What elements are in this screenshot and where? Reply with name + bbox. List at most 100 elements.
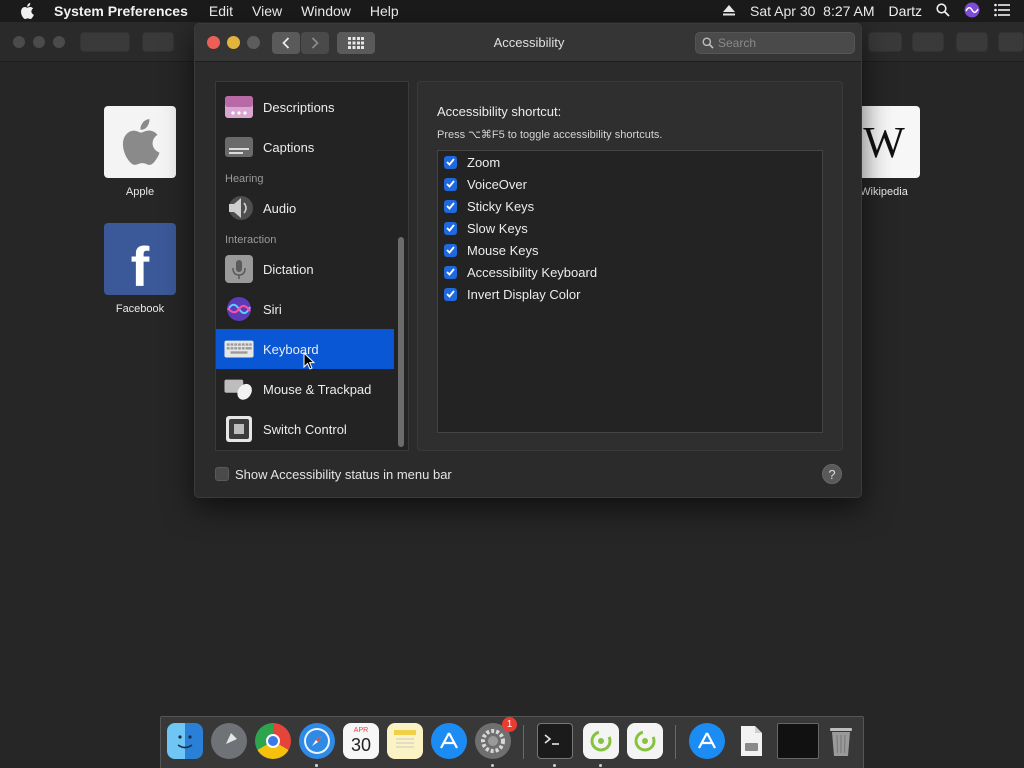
chrome-icon[interactable] xyxy=(255,723,291,759)
sidebar-item-label: Audio xyxy=(263,200,297,216)
checkbox-checked-icon[interactable] xyxy=(444,177,457,191)
sidebar-item-mouse-trackpad[interactable]: Mouse & Trackpad xyxy=(216,369,394,409)
category-list[interactable]: Descriptions Captions Hearing Audio Inte… xyxy=(215,81,409,451)
option-sticky-keys[interactable]: Sticky Keys xyxy=(444,197,534,215)
status-menu-option[interactable]: Show Accessibility status in menu bar xyxy=(215,465,452,483)
option-mouse-keys[interactable]: Mouse Keys xyxy=(444,241,539,259)
menu-bar: System Preferences Edit View Window Help… xyxy=(0,0,1024,22)
document-icon[interactable] xyxy=(733,723,769,759)
siri-icon xyxy=(224,294,254,324)
sidebar-item-siri[interactable]: Siri xyxy=(216,289,394,329)
sidebar-item-label: Mouse & Trackpad xyxy=(263,381,372,397)
shortcut-panel: Accessibility shortcut: Press ⌥⌘F5 to to… xyxy=(417,81,843,451)
sidebar-item-label: Captions xyxy=(263,139,315,155)
sidebar-section-interaction: Interaction xyxy=(225,234,277,246)
checkbox-checked-icon[interactable] xyxy=(444,221,457,235)
status-checkbox[interactable] xyxy=(215,467,229,481)
notification-badge: 1 xyxy=(502,717,517,732)
mouse-cursor-icon xyxy=(303,352,315,370)
notification-center-icon[interactable] xyxy=(994,3,1010,20)
checkbox-checked-icon[interactable] xyxy=(444,155,457,169)
safari-close-button[interactable] xyxy=(13,36,25,48)
spotlight-icon[interactable] xyxy=(936,2,950,20)
safari-zoom-button[interactable] xyxy=(53,36,65,48)
panel-title: Accessibility shortcut: xyxy=(437,104,562,119)
favorite-facebook[interactable]: f Facebook xyxy=(104,223,176,315)
favorite-label: Wikipedia xyxy=(860,186,908,198)
descriptions-icon xyxy=(224,92,254,122)
tabs-icon[interactable] xyxy=(956,32,988,52)
facebook-logo-icon: f xyxy=(104,223,176,298)
safari-back-forward[interactable] xyxy=(80,32,130,52)
sidebar-scrollbar[interactable] xyxy=(398,237,404,447)
option-label: VoiceOver xyxy=(467,176,527,192)
checkbox-checked-icon[interactable] xyxy=(444,243,457,257)
option-accessibility-keyboard[interactable]: Accessibility Keyboard xyxy=(444,263,597,281)
menu-window[interactable]: Window xyxy=(301,3,351,19)
safari-minimize-button[interactable] xyxy=(33,36,45,48)
menu-view[interactable]: View xyxy=(252,3,282,19)
favorite-apple[interactable]: Apple xyxy=(104,106,176,198)
favorite-label: Apple xyxy=(125,186,155,198)
sidebar-item-switch-control[interactable]: Switch Control xyxy=(216,409,394,449)
keyboard-icon xyxy=(224,334,254,364)
sidebar-item-audio[interactable]: Audio xyxy=(216,188,394,228)
checkbox-checked-icon[interactable] xyxy=(444,287,457,301)
mouse-icon xyxy=(224,374,254,404)
safari-icon[interactable] xyxy=(299,723,335,759)
system-preferences-icon[interactable]: 1 xyxy=(475,717,517,759)
sidebar-item-captions[interactable]: Captions xyxy=(216,127,394,167)
option-label: Invert Display Color xyxy=(467,286,581,302)
apple-menu-icon[interactable] xyxy=(20,3,38,19)
calendar-icon[interactable]: APR 30 xyxy=(343,723,379,759)
sidebar-section-hearing: Hearing xyxy=(225,173,264,185)
option-invert-display-color[interactable]: Invert Display Color xyxy=(444,285,580,303)
user-menu[interactable]: Dartz xyxy=(889,3,922,19)
notes-icon[interactable] xyxy=(387,723,423,759)
downloads-icon[interactable] xyxy=(868,32,902,52)
status-checkbox-label: Show Accessibility status in menu bar xyxy=(235,466,452,482)
sidebar-item-dictation[interactable]: Dictation xyxy=(216,249,394,289)
checkbox-checked-icon[interactable] xyxy=(444,265,457,279)
sidebar-toggle-icon[interactable] xyxy=(142,32,174,52)
menu-app-name[interactable]: System Preferences xyxy=(54,3,188,19)
app-store-icon[interactable] xyxy=(431,723,467,759)
panel-subtitle: Press ⌥⌘F5 to toggle accessibility short… xyxy=(437,129,663,141)
option-label: Slow Keys xyxy=(467,220,528,236)
sidebar-item-label: Dictation xyxy=(263,261,314,277)
terminal-icon[interactable] xyxy=(537,723,573,759)
running-indicator xyxy=(315,764,318,767)
favorite-label: Facebook xyxy=(115,303,165,315)
app-store-downloads-icon[interactable] xyxy=(689,723,725,759)
sidebar-item-label: Siri xyxy=(263,301,282,317)
new-tab-button[interactable] xyxy=(998,32,1024,52)
option-label: Sticky Keys xyxy=(467,198,535,214)
running-indicator xyxy=(491,764,494,767)
option-voiceover[interactable]: VoiceOver xyxy=(444,175,527,193)
search-field[interactable] xyxy=(695,32,855,54)
siri-menu-icon[interactable] xyxy=(964,2,980,21)
menu-help[interactable]: Help xyxy=(370,3,399,19)
clock[interactable]: Sat Apr 30 8:27 AM xyxy=(750,3,875,19)
calendar-month: APR xyxy=(353,727,369,734)
option-label: Zoom xyxy=(467,154,501,170)
android-file-icon[interactable] xyxy=(583,723,619,759)
launchpad-icon[interactable] xyxy=(211,723,247,759)
android-file-icon-2[interactable] xyxy=(627,723,663,759)
help-button[interactable]: ? xyxy=(822,464,842,484)
search-input[interactable] xyxy=(718,35,848,51)
dock-separator xyxy=(523,725,524,759)
option-zoom[interactable]: Zoom xyxy=(444,153,500,171)
speaker-icon xyxy=(224,193,254,223)
accessibility-window: Accessibility Descriptions Captions Hear… xyxy=(194,23,862,498)
finder-icon[interactable] xyxy=(167,723,203,759)
switch-control-icon xyxy=(224,414,254,444)
menu-edit[interactable]: Edit xyxy=(209,3,233,19)
eject-icon[interactable] xyxy=(722,3,736,19)
screen-icon[interactable] xyxy=(777,723,819,759)
checkbox-checked-icon[interactable] xyxy=(444,199,457,213)
sidebar-item-descriptions[interactable]: Descriptions xyxy=(216,87,394,127)
share-icon[interactable] xyxy=(912,32,944,52)
trash-icon[interactable] xyxy=(823,723,859,759)
option-slow-keys[interactable]: Slow Keys xyxy=(444,219,528,237)
